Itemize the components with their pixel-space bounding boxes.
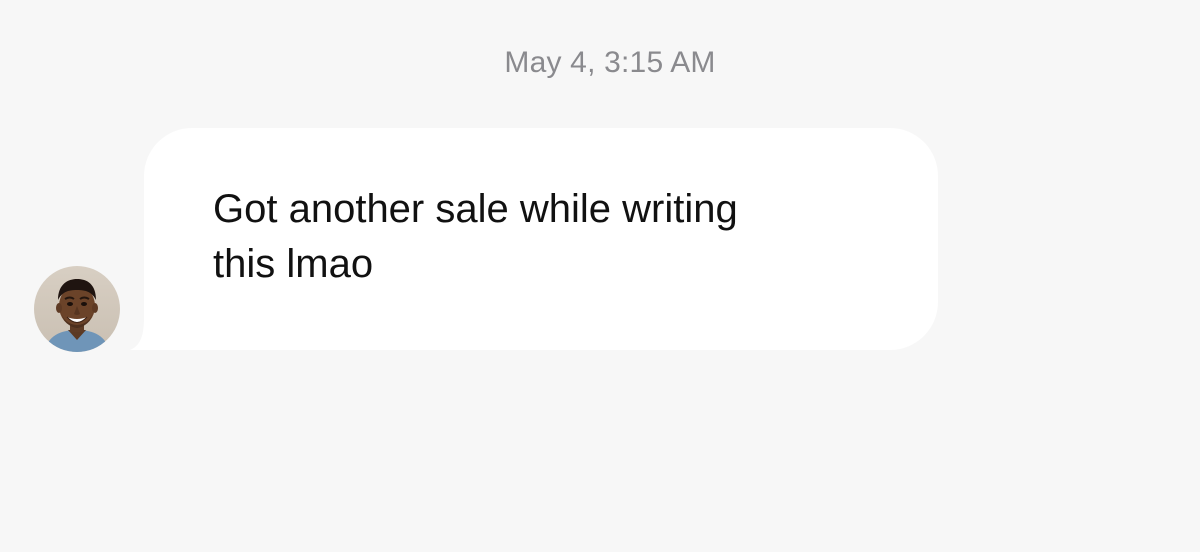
incoming-message-bubble[interactable]: Got another sale while writing this lmao xyxy=(144,128,938,350)
person-avatar-icon xyxy=(34,266,120,352)
message-text: Got another sale while writing this lmao xyxy=(213,187,738,286)
incoming-message-row: Got another sale while writing this lmao xyxy=(0,0,1200,552)
sender-avatar[interactable] xyxy=(34,266,120,352)
